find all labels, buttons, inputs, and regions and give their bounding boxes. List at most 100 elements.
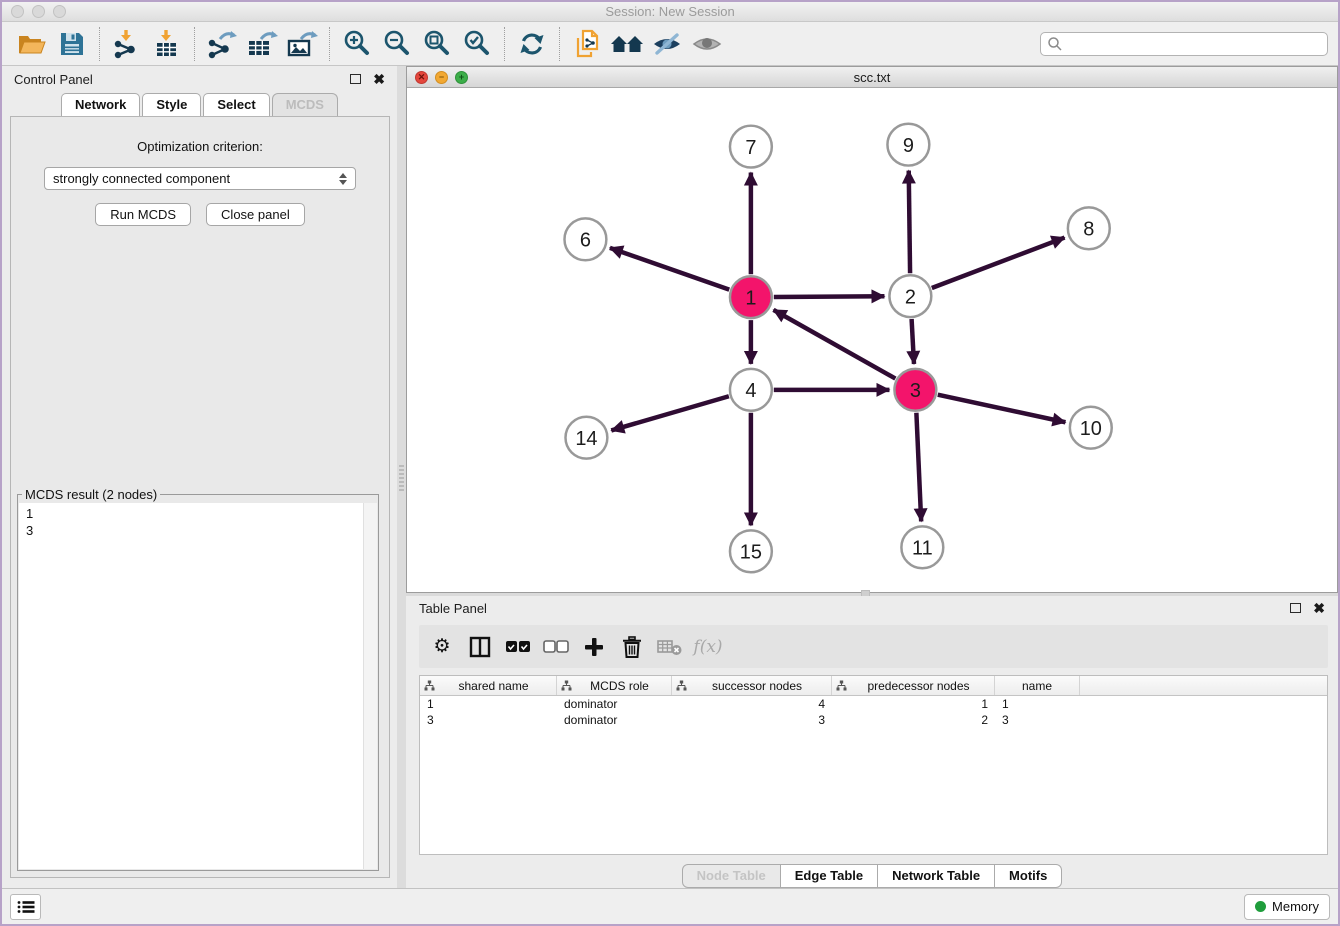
graph-node-label-9: 9 bbox=[903, 135, 914, 157]
dropdown-value: strongly connected component bbox=[53, 171, 339, 186]
export-image-icon[interactable] bbox=[282, 25, 322, 63]
close-view-button[interactable]: ✕ bbox=[415, 71, 428, 84]
graph-edge-3-10[interactable] bbox=[938, 395, 1066, 423]
network-window-titlebar: ✕ − + scc.txt bbox=[407, 67, 1337, 88]
tab-style[interactable]: Style bbox=[142, 93, 201, 116]
column-header-name[interactable]: name bbox=[995, 676, 1080, 695]
column-header-MCDS-role[interactable]: MCDS role bbox=[557, 676, 672, 695]
import-table-icon[interactable] bbox=[147, 25, 187, 63]
tab-motifs[interactable]: Motifs bbox=[995, 864, 1062, 888]
splitter-grip[interactable] bbox=[399, 465, 404, 491]
zoom-in-icon[interactable] bbox=[337, 25, 377, 63]
table-cell[interactable]: 1 bbox=[420, 697, 557, 711]
memory-label: Memory bbox=[1272, 899, 1319, 914]
deselect-all-icon[interactable] bbox=[541, 630, 571, 664]
vertical-splitter[interactable] bbox=[397, 66, 406, 888]
graph-node-label-14: 14 bbox=[575, 428, 597, 450]
graph-edge-1-2[interactable] bbox=[774, 296, 885, 297]
show-all-icon[interactable] bbox=[687, 25, 727, 63]
tab-node-table[interactable]: Node Table bbox=[682, 864, 781, 888]
main-toolbar bbox=[2, 22, 1338, 66]
run-mcds-button[interactable]: Run MCDS bbox=[95, 203, 191, 226]
control-panel-tabs: NetworkStyleSelectMCDS bbox=[2, 92, 397, 116]
search-input[interactable] bbox=[1063, 34, 1327, 54]
import-network-icon[interactable] bbox=[107, 25, 147, 63]
graph-node-label-10: 10 bbox=[1080, 418, 1102, 440]
column-header-shared-name[interactable]: shared name bbox=[420, 676, 557, 695]
close-panel-button[interactable]: Close panel bbox=[206, 203, 305, 226]
table-row[interactable]: 1dominator411 bbox=[420, 696, 1327, 712]
search-icon bbox=[1047, 36, 1063, 52]
table-cell[interactable]: 3 bbox=[995, 713, 1080, 727]
table-panel-header: Table Panel ✖ bbox=[406, 596, 1338, 620]
delete-table-icon[interactable] bbox=[655, 630, 685, 664]
maximize-view-button[interactable]: + bbox=[455, 71, 468, 84]
table-cell[interactable]: dominator bbox=[557, 697, 672, 711]
copy-network-icon[interactable] bbox=[567, 25, 607, 63]
table-cell[interactable]: 1 bbox=[995, 697, 1080, 711]
float-table-panel-icon[interactable] bbox=[1290, 603, 1301, 613]
tab-select[interactable]: Select bbox=[203, 93, 269, 116]
table-cell[interactable]: 2 bbox=[832, 713, 995, 727]
table-body: 1dominator4113dominator323 bbox=[420, 696, 1327, 728]
minimize-view-button[interactable]: − bbox=[435, 71, 448, 84]
float-panel-icon[interactable] bbox=[350, 74, 361, 84]
table-cell[interactable]: 3 bbox=[420, 713, 557, 727]
network-view-title: scc.txt bbox=[407, 70, 1337, 85]
zoom-out-icon[interactable] bbox=[377, 25, 417, 63]
window-titlebar: Session: New Session bbox=[2, 2, 1338, 22]
refresh-icon[interactable] bbox=[512, 25, 552, 63]
close-table-panel-icon[interactable]: ✖ bbox=[1313, 603, 1325, 613]
memory-status-icon bbox=[1255, 901, 1266, 912]
function-builder-icon[interactable]: f(x) bbox=[693, 630, 723, 664]
delete-column-icon[interactable] bbox=[617, 630, 647, 664]
graph-edge-3-11[interactable] bbox=[916, 413, 921, 522]
first-neighbors-icon[interactable] bbox=[607, 25, 647, 63]
graph-edge-2-9[interactable] bbox=[909, 171, 910, 274]
add-column-icon[interactable] bbox=[579, 630, 609, 664]
mcds-result-list[interactable]: 1 3 bbox=[19, 503, 363, 869]
zoom-fit-icon[interactable] bbox=[417, 25, 457, 63]
select-all-icon[interactable] bbox=[503, 630, 533, 664]
tab-network-table[interactable]: Network Table bbox=[878, 864, 995, 888]
open-session-icon[interactable] bbox=[12, 25, 52, 63]
dropdown-stepper-icon bbox=[339, 173, 347, 185]
tab-mcds[interactable]: MCDS bbox=[272, 93, 338, 116]
graph-node-label-4: 4 bbox=[745, 380, 756, 402]
export-table-icon[interactable] bbox=[242, 25, 282, 63]
table-cell[interactable]: 1 bbox=[832, 697, 995, 711]
export-network-icon[interactable] bbox=[202, 25, 242, 63]
hide-selected-icon[interactable] bbox=[647, 25, 687, 63]
column-layout-icon[interactable] bbox=[465, 630, 495, 664]
tab-edge-table[interactable]: Edge Table bbox=[781, 864, 878, 888]
graph-node-label-2: 2 bbox=[905, 286, 916, 308]
result-scrollbar[interactable] bbox=[363, 503, 377, 869]
table-cell[interactable]: dominator bbox=[557, 713, 672, 727]
optimization-criterion-dropdown[interactable]: strongly connected component bbox=[44, 167, 356, 190]
graph-edge-4-14[interactable] bbox=[611, 396, 729, 430]
main-area: Control Panel ✖ NetworkStyleSelectMCDS O… bbox=[2, 66, 1338, 888]
graph-node-label-8: 8 bbox=[1083, 219, 1094, 241]
table-settings-icon[interactable]: ⚙ bbox=[427, 630, 457, 664]
tab-network[interactable]: Network bbox=[61, 93, 140, 116]
graph-node-label-1: 1 bbox=[745, 287, 756, 309]
graph-edge-2-3[interactable] bbox=[912, 319, 914, 364]
graph-edge-2-8[interactable] bbox=[932, 238, 1065, 288]
close-panel-icon[interactable]: ✖ bbox=[373, 74, 385, 84]
network-canvas[interactable]: 7968124314101511 bbox=[407, 88, 1337, 592]
table-cell[interactable]: 3 bbox=[672, 713, 832, 727]
zoom-selected-icon[interactable] bbox=[457, 25, 497, 63]
toolbar-separator bbox=[504, 27, 505, 61]
graph-edge-1-6[interactable] bbox=[610, 248, 729, 290]
column-type-icon bbox=[676, 680, 687, 691]
column-type-icon bbox=[424, 680, 435, 691]
memory-button[interactable]: Memory bbox=[1244, 894, 1330, 920]
column-type-icon bbox=[561, 680, 572, 691]
graph-edge-3-1[interactable] bbox=[773, 310, 895, 379]
column-header-predecessor-nodes[interactable]: predecessor nodes bbox=[832, 676, 995, 695]
task-history-button[interactable] bbox=[10, 894, 41, 920]
table-row[interactable]: 3dominator323 bbox=[420, 712, 1327, 728]
column-header-successor-nodes[interactable]: successor nodes bbox=[672, 676, 832, 695]
save-session-icon[interactable] bbox=[52, 25, 92, 63]
table-cell[interactable]: 4 bbox=[672, 697, 832, 711]
